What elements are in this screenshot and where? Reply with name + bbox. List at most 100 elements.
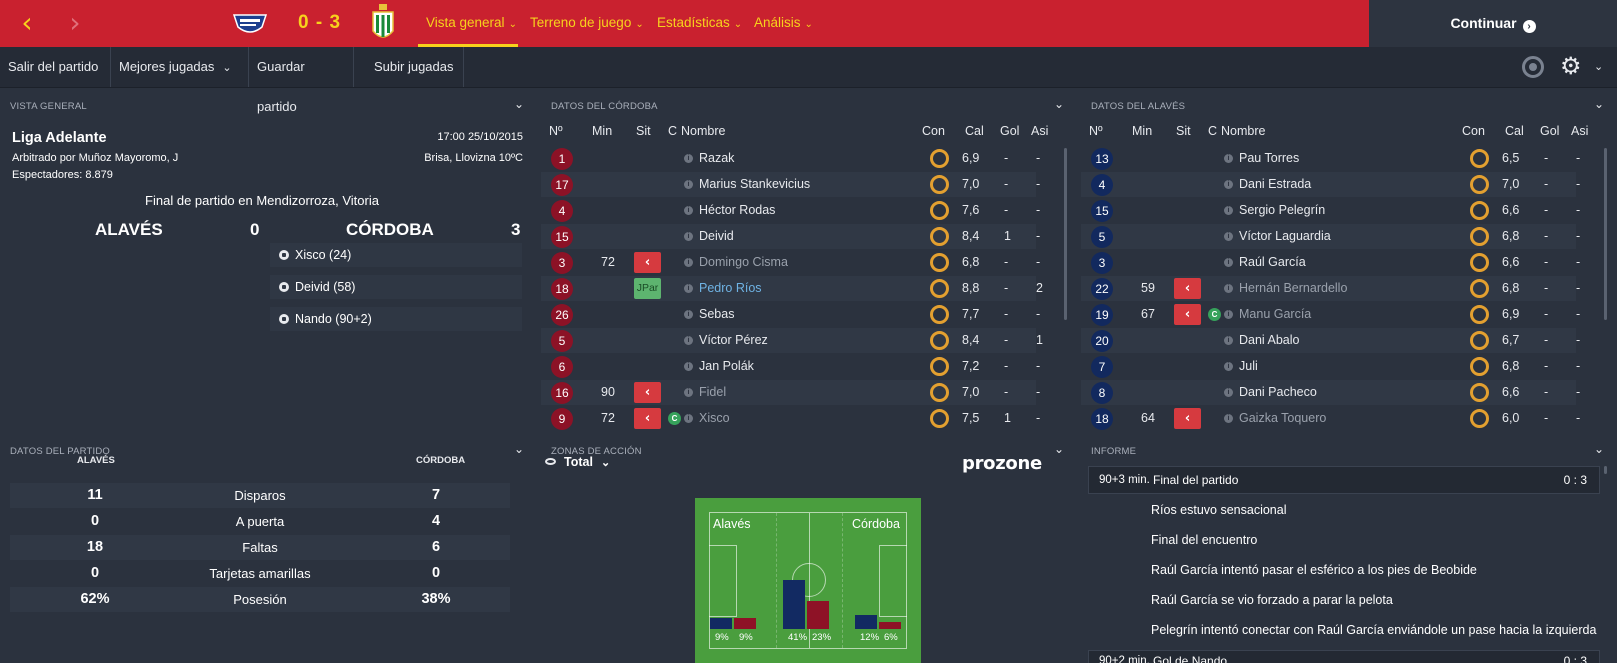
tab-terreno-de-juego[interactable]: Terreno de juego ⌄ xyxy=(530,15,644,30)
column-header-sit[interactable]: Sit xyxy=(636,124,651,138)
column-header-name[interactable]: Nombre xyxy=(1221,124,1265,138)
info-icon[interactable]: i xyxy=(1224,154,1233,163)
player-name[interactable]: Fidel xyxy=(699,380,726,405)
table-row[interactable]: 17 i Marius Stankevicius 7,0 - - xyxy=(541,172,1040,197)
table-row[interactable]: 15 i Sergio Pelegrín 6,6 - - xyxy=(1081,198,1580,223)
info-icon[interactable]: i xyxy=(684,414,693,423)
back-arrow-icon[interactable]: ‹ xyxy=(12,8,42,38)
info-icon[interactable]: i xyxy=(1224,180,1233,189)
table-row[interactable]: 26 i Sebas 7,7 - - xyxy=(541,302,1040,327)
table-row[interactable]: 20 i Dani Abalo 6,7 - - xyxy=(1081,328,1580,353)
info-icon[interactable]: i xyxy=(684,388,693,397)
table-row[interactable]: 3 72 ‹ i Domingo Cisma 6,8 - - xyxy=(541,250,1040,275)
table-row[interactable]: 18 JPar i Pedro Ríos 8,8 - 2 xyxy=(541,276,1043,301)
substitution-icon[interactable]: ‹ xyxy=(634,408,661,429)
player-name[interactable]: Xisco xyxy=(699,406,730,431)
info-icon[interactable]: i xyxy=(684,180,693,189)
table-row[interactable]: 19 67 ‹ Ci Manu García 6,9 - - xyxy=(1081,302,1580,327)
table-row[interactable]: 9 72 ‹ Ci Xisco 7,5 1 - xyxy=(541,406,1040,431)
player-name[interactable]: Jan Polák xyxy=(699,354,754,379)
info-icon[interactable]: i xyxy=(1224,414,1233,423)
table-row[interactable]: 8 i Dani Pacheco 6,6 - - xyxy=(1081,380,1580,405)
tab-analisis[interactable]: Análisis ⌄ xyxy=(754,15,813,30)
info-icon[interactable]: i xyxy=(684,310,693,319)
player-name[interactable]: Gaizka Toquero xyxy=(1239,406,1326,431)
column-header-cal[interactable]: Cal xyxy=(965,124,984,138)
player-name[interactable]: Víctor Pérez xyxy=(699,328,768,353)
report-entry-header[interactable]: 90+3 min. Final del partido 0 : 3 xyxy=(1088,466,1600,494)
column-header-gol[interactable]: Gol xyxy=(1000,124,1019,138)
scrollbar[interactable] xyxy=(1604,466,1607,474)
info-icon[interactable]: i xyxy=(1224,336,1233,345)
info-icon[interactable]: i xyxy=(1224,362,1233,371)
info-icon[interactable]: i xyxy=(684,284,693,293)
info-icon[interactable]: i xyxy=(1224,310,1233,319)
info-icon[interactable]: i xyxy=(684,362,693,371)
player-name[interactable]: Manu García xyxy=(1239,302,1311,327)
chevron-down-icon[interactable]: ⌄ xyxy=(514,442,524,456)
info-icon[interactable]: i xyxy=(684,206,693,215)
chevron-down-icon[interactable]: ⌄ xyxy=(1594,60,1603,73)
column-header-name[interactable]: Nombre xyxy=(681,124,725,138)
table-row[interactable]: 22 59 ‹ i Hernán Bernardello 6,8 - - xyxy=(1081,276,1580,301)
table-row[interactable]: 15 i Deivid 8,4 1 - xyxy=(541,224,1040,249)
column-header-asi[interactable]: Asi xyxy=(1571,124,1588,138)
column-header-sit[interactable]: Sit xyxy=(1176,124,1191,138)
substitution-icon[interactable]: ‹ xyxy=(1174,408,1201,429)
info-icon[interactable]: i xyxy=(1224,258,1233,267)
info-icon[interactable]: i xyxy=(684,154,693,163)
upload-plays-button[interactable]: Subir jugadas xyxy=(366,47,464,87)
info-icon[interactable]: i xyxy=(1224,232,1233,241)
column-header-asi[interactable]: Asi xyxy=(1031,124,1048,138)
column-header-cal[interactable]: Cal xyxy=(1505,124,1524,138)
player-name[interactable]: Héctor Rodas xyxy=(699,198,775,223)
table-row[interactable]: 4 i Dani Estrada 7,0 - - xyxy=(1081,172,1580,197)
column-header-c[interactable]: C xyxy=(1208,124,1217,138)
scrollbar[interactable] xyxy=(1604,148,1607,320)
table-row[interactable]: 3 i Raúl García 6,6 - - xyxy=(1081,250,1580,275)
table-row[interactable]: 5 i Víctor Pérez 8,4 - 1 xyxy=(541,328,1043,353)
report-entry-header[interactable]: 90+2 min. Gol de Nando 0 : 3 xyxy=(1088,650,1600,663)
forward-arrow-icon[interactable]: › xyxy=(60,8,90,38)
column-header-min[interactable]: Min xyxy=(1132,124,1152,138)
column-header-num[interactable]: Nº xyxy=(1089,124,1103,138)
info-icon[interactable]: i xyxy=(1224,206,1233,215)
player-name[interactable]: Domingo Cisma xyxy=(699,250,788,275)
table-row[interactable]: 6 i Jan Polák 7,2 - - xyxy=(541,354,1040,379)
table-row[interactable]: 4 i Héctor Rodas 7,6 - - xyxy=(541,198,1040,223)
player-name[interactable]: Marius Stankevicius xyxy=(699,172,810,197)
table-row[interactable]: 5 i Víctor Laguardia 6,8 - - xyxy=(1081,224,1580,249)
exit-match-button[interactable]: Salir del partido xyxy=(0,47,111,87)
player-name[interactable]: Dani Pacheco xyxy=(1239,380,1317,405)
player-name[interactable]: Razak xyxy=(699,146,734,171)
column-header-c[interactable]: C xyxy=(668,124,677,138)
player-name[interactable]: Raúl García xyxy=(1239,250,1306,275)
tab-vista-general[interactable]: Vista general ⌄ xyxy=(426,15,517,30)
info-icon[interactable]: i xyxy=(1224,388,1233,397)
save-match-button[interactable]: Guardar partido xyxy=(249,47,354,114)
player-name[interactable]: Víctor Laguardia xyxy=(1239,224,1331,249)
chevron-down-icon[interactable]: ⌄ xyxy=(1054,97,1064,111)
table-row[interactable]: 1 i Razak 6,9 - - xyxy=(541,146,1040,171)
column-header-min[interactable]: Min xyxy=(592,124,612,138)
info-icon[interactable]: i xyxy=(684,232,693,241)
tab-estadisticas[interactable]: Estadísticas ⌄ xyxy=(657,15,742,30)
substitution-icon[interactable]: ‹ xyxy=(634,252,661,273)
player-name[interactable]: Sergio Pelegrín xyxy=(1239,198,1325,223)
player-name[interactable]: Pedro Ríos xyxy=(699,276,762,301)
table-row[interactable]: 16 90 ‹ i Fidel 7,0 - - xyxy=(541,380,1040,405)
zone-filter-dropdown[interactable]: Total ⌄ xyxy=(545,455,610,469)
player-name[interactable]: Pau Torres xyxy=(1239,146,1299,171)
table-row[interactable]: 7 i Juli 6,8 - - xyxy=(1081,354,1580,379)
substitution-icon[interactable]: ‹ xyxy=(1174,304,1201,325)
player-name[interactable]: Sebas xyxy=(699,302,734,327)
info-icon[interactable]: i xyxy=(684,258,693,267)
record-icon[interactable] xyxy=(1522,56,1544,78)
column-header-con[interactable]: Con xyxy=(922,124,945,138)
substitution-icon[interactable]: ‹ xyxy=(1174,278,1201,299)
table-row[interactable]: 13 i Pau Torres 6,5 - - xyxy=(1081,146,1580,171)
column-header-con[interactable]: Con xyxy=(1462,124,1485,138)
player-name[interactable]: Juli xyxy=(1239,354,1258,379)
column-header-num[interactable]: Nº xyxy=(549,124,563,138)
substitution-icon[interactable]: ‹ xyxy=(634,382,661,403)
